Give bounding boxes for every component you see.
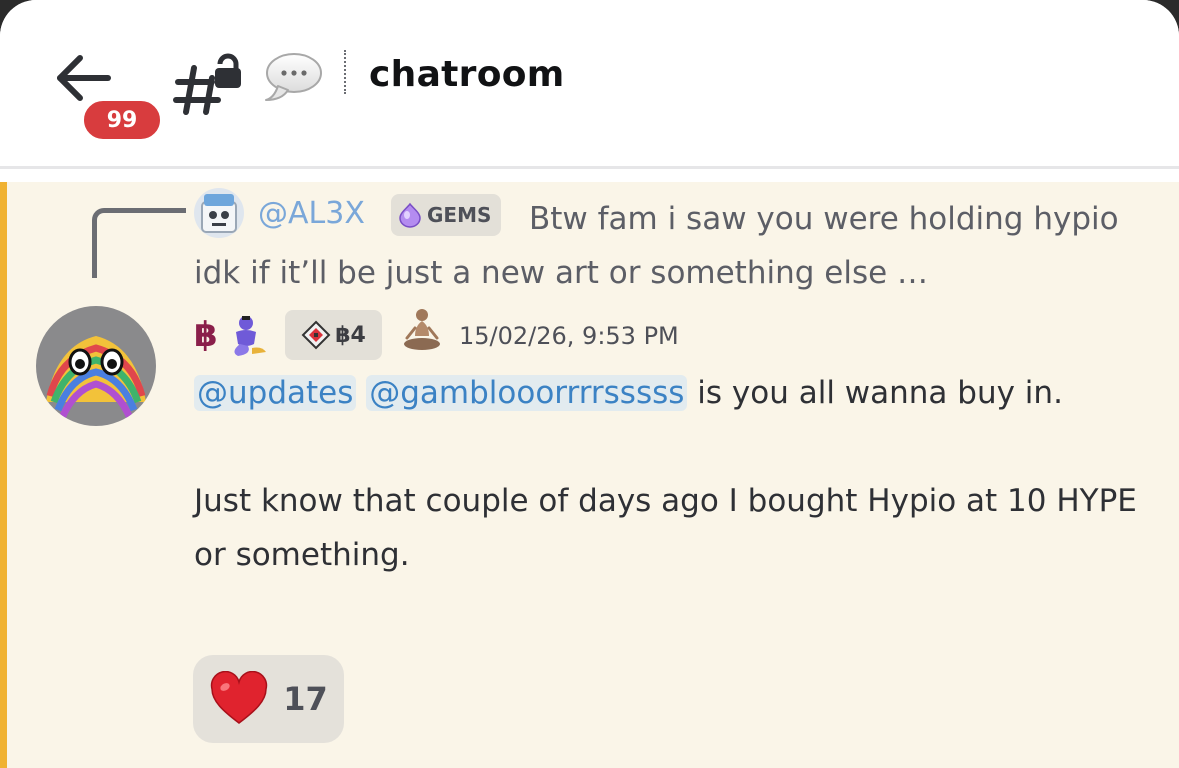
role-tag: ฿4 [285, 310, 382, 360]
header-separator [344, 50, 346, 94]
genie-emoji-icon [222, 312, 268, 358]
message-paragraph-1: @updates @gamblooorrrrsssss is you all w… [194, 366, 1154, 420]
heart-emoji-icon [211, 671, 268, 724]
speech-bubble-icon[interactable] [264, 50, 324, 104]
author-name-prefix[interactable]: ฿ [194, 312, 218, 358]
reaction-count: 17 [283, 680, 328, 718]
author-avatar[interactable] [36, 306, 156, 426]
role-tag-label: ฿4 [335, 322, 366, 348]
locked-hashtag-icon [172, 50, 242, 116]
diamond-pixel-icon [301, 320, 331, 350]
message-body: @updates @gamblooorrrrsssss is you all w… [194, 366, 1154, 582]
message-list: @AL3X GEMS Btw fam i saw you were holdin… [0, 182, 1179, 768]
reaction-heart[interactable]: 17 [193, 655, 344, 743]
mention-highlight-bar [0, 182, 7, 768]
message-author-row: ฿ ฿4 15/02/26, 9:53 PM [194, 308, 1094, 362]
channel-name: chatroom [369, 54, 565, 95]
chat-screen: 99 chatroom @AL3X GEMS Btw fam i saw you… [0, 0, 1179, 768]
reply-message-text: Btw fam i saw you were holding hypio idk… [194, 201, 1119, 291]
mention-updates[interactable]: @updates [194, 375, 357, 411]
header-divider [0, 166, 1179, 169]
message-timestamp: 15/02/26, 9:53 PM [459, 322, 679, 350]
message-text: is you all wanna buy in. [687, 375, 1063, 411]
channel-header: 99 chatroom [0, 0, 1179, 166]
unread-count-badge: 99 [80, 97, 164, 143]
message-paragraph-2: Just know that couple of days ago I boug… [194, 483, 1137, 573]
meditating-emoji-icon [399, 308, 445, 354]
mention-gamblooor[interactable]: @gamblooorrrrsssss [366, 375, 688, 411]
reply-connector-line [92, 208, 186, 278]
